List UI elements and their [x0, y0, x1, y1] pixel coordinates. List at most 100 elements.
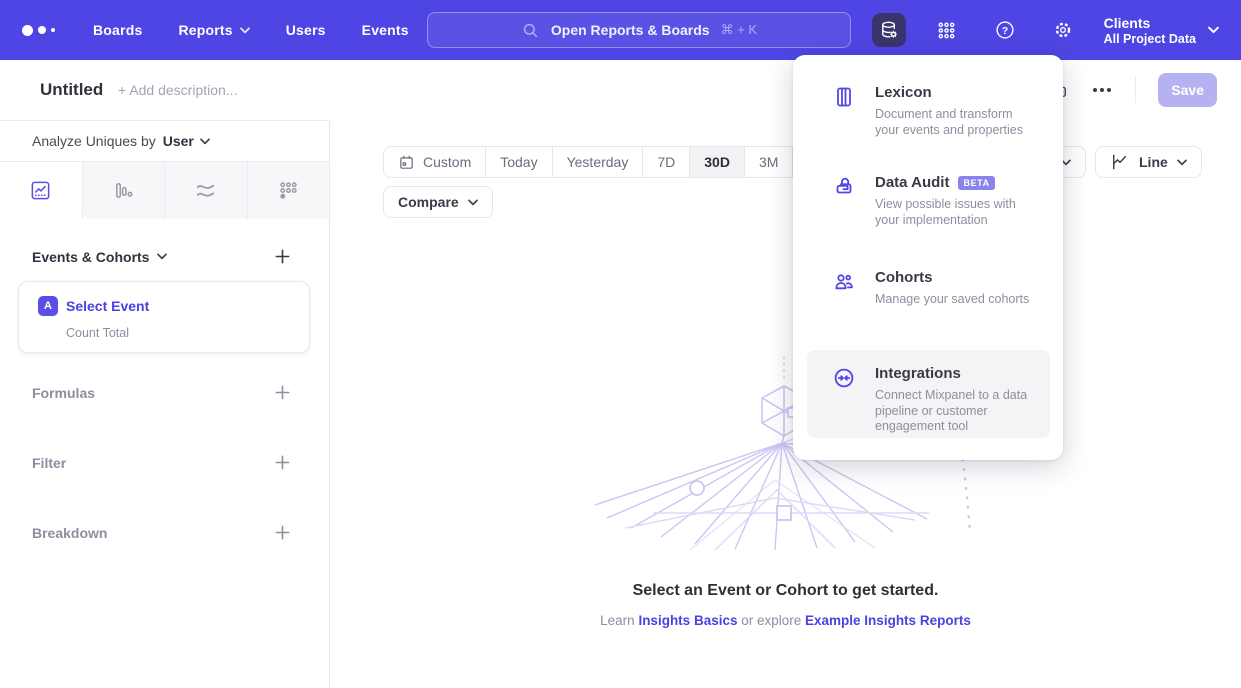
divider — [1135, 77, 1136, 103]
menu-item-description: Document and transform your events and p… — [875, 107, 1040, 138]
date-range-label: 7D — [657, 154, 675, 170]
date-range-label: 30D — [704, 154, 730, 170]
query-builder-sidebar: Analyze Uniques by User — [0, 120, 330, 688]
mixpanel-logo[interactable] — [22, 25, 55, 36]
menu-item-title: Cohorts — [875, 268, 1029, 288]
data-management-menu: Lexicon Document and transform your even… — [793, 55, 1063, 460]
apps-menu-button[interactable] — [930, 13, 964, 47]
or-explore-text: or explore — [737, 613, 805, 628]
chart-type-label: Line — [1139, 154, 1168, 170]
count-type-label[interactable]: Count Total — [66, 326, 129, 340]
report-title[interactable]: Untitled — [40, 80, 103, 100]
chevron-down-icon — [468, 199, 478, 206]
project-scope: All Project Data — [1104, 32, 1196, 47]
chart-type-tabs — [0, 162, 329, 219]
events-cohorts-label: Events & Cohorts — [32, 249, 149, 265]
date-range-3m[interactable]: 3M — [745, 147, 793, 177]
add-breakdown-button[interactable] — [272, 522, 293, 543]
nav-item-label: Reports — [178, 22, 232, 38]
project-switcher[interactable]: Clients All Project Data — [1104, 14, 1219, 47]
formulas-label: Formulas — [32, 385, 95, 401]
add-description-field[interactable]: + Add description... — [118, 82, 237, 98]
compare-dropdown[interactable]: Compare — [383, 186, 493, 218]
lexicon-book-icon — [832, 85, 856, 109]
date-range-yesterday[interactable]: Yesterday — [553, 147, 644, 177]
analyze-by-dropdown[interactable]: User — [163, 133, 210, 149]
filter-section: Filter — [0, 452, 329, 473]
search-placeholder: Open Reports & Boards — [551, 22, 710, 38]
line-chart-tab-icon — [29, 179, 52, 202]
save-button[interactable]: Save — [1158, 73, 1217, 107]
compare-label: Compare — [398, 194, 459, 210]
more-options-button[interactable] — [1091, 84, 1113, 96]
plus-icon — [274, 454, 291, 471]
empty-state-heading: Select an Event or Cohort to get started… — [330, 582, 1241, 600]
nav-item-events[interactable]: Events — [362, 22, 409, 38]
menu-item-cohorts[interactable]: Cohorts Manage your saved cohorts — [807, 268, 1050, 320]
date-range-7d[interactable]: 7D — [643, 147, 690, 177]
breakdown-section: Breakdown — [0, 522, 329, 543]
example-insights-reports-link[interactable]: Example Insights Reports — [805, 613, 971, 628]
search-shortcut: ⌘ + K — [721, 22, 758, 38]
menu-item-title: Integrations — [875, 364, 1040, 384]
select-event-card[interactable]: A Select Event Count Total — [18, 281, 310, 353]
svg-text:?: ? — [1001, 25, 1007, 37]
analyze-row: Analyze Uniques by User — [0, 121, 329, 162]
date-range-picker: Custom Today Yesterday 7D 30D 3M 6M — [383, 146, 842, 178]
menu-item-integrations[interactable]: Integrations Connect Mixpanel to a data … — [807, 350, 1050, 438]
data-management-button[interactable] — [872, 13, 906, 47]
menu-item-description: View possible issues with your implement… — [875, 197, 1040, 228]
report-canvas: Custom Today Yesterday 7D 30D 3M 6M Comp… — [330, 120, 1241, 688]
select-event-label[interactable]: Select Event — [66, 298, 149, 314]
chart-type-dropdown[interactable]: Line — [1095, 146, 1202, 178]
events-cohorts-dropdown[interactable]: Events & Cohorts — [32, 249, 167, 265]
formulas-section: Formulas — [0, 382, 329, 403]
menu-item-data-audit[interactable]: Data Audit BETA View possible issues wit… — [807, 173, 1050, 245]
chevron-down-icon — [200, 138, 210, 145]
integrations-sync-icon — [832, 366, 856, 390]
menu-item-description: Connect Mixpanel to a data pipeline or c… — [875, 388, 1040, 435]
menu-item-lexicon[interactable]: Lexicon Document and transform your even… — [807, 83, 1050, 149]
line-chart-icon — [1110, 152, 1130, 172]
date-range-custom[interactable]: Custom — [384, 147, 486, 177]
top-nav-bar: Boards Reports Users Events Open Reports… — [0, 0, 1241, 60]
help-button[interactable]: ? — [988, 13, 1022, 47]
nav-item-reports[interactable]: Reports — [178, 22, 249, 38]
analyze-label: Analyze Uniques by — [32, 133, 156, 149]
chevron-down-icon — [240, 27, 250, 34]
nav-item-label: Boards — [93, 22, 142, 38]
add-event-button[interactable] — [272, 246, 293, 267]
bar-chart-tab-icon — [112, 179, 135, 202]
tab-bar-chart[interactable] — [83, 162, 166, 219]
project-name: Clients — [1104, 14, 1196, 32]
tab-insights-line-chart[interactable] — [0, 162, 83, 219]
menu-item-title: Data Audit — [875, 173, 949, 193]
search-input[interactable]: Open Reports & Boards ⌘ + K — [427, 12, 851, 48]
add-filter-button[interactable] — [272, 452, 293, 473]
plus-icon — [274, 248, 291, 265]
breakdown-label: Breakdown — [32, 525, 107, 541]
gear-icon — [1052, 19, 1074, 41]
calendar-icon — [398, 154, 415, 171]
date-range-label: Custom — [423, 154, 471, 170]
date-range-label: 3M — [759, 154, 778, 170]
database-gear-icon — [878, 19, 900, 41]
nav-item-boards[interactable]: Boards — [93, 22, 142, 38]
analyze-by-value: User — [163, 133, 194, 149]
empty-state-links: Learn Insights Basics or explore Example… — [330, 613, 1241, 628]
insights-basics-link[interactable]: Insights Basics — [638, 613, 737, 628]
date-range-label: Yesterday — [567, 154, 629, 170]
add-formula-button[interactable] — [272, 382, 293, 403]
tab-flow-chart[interactable] — [165, 162, 248, 219]
nav-item-users[interactable]: Users — [286, 22, 326, 38]
date-range-30d[interactable]: 30D — [690, 147, 745, 177]
learn-prefix: Learn — [600, 613, 638, 628]
beta-badge: BETA — [958, 176, 994, 190]
tab-metrics[interactable] — [248, 162, 330, 219]
question-circle-icon: ? — [994, 19, 1016, 41]
nav-item-label: Events — [362, 22, 409, 38]
settings-button[interactable] — [1046, 13, 1080, 47]
grid-9-icon — [936, 20, 957, 41]
date-range-today[interactable]: Today — [486, 147, 552, 177]
menu-item-description: Manage your saved cohorts — [875, 292, 1029, 308]
